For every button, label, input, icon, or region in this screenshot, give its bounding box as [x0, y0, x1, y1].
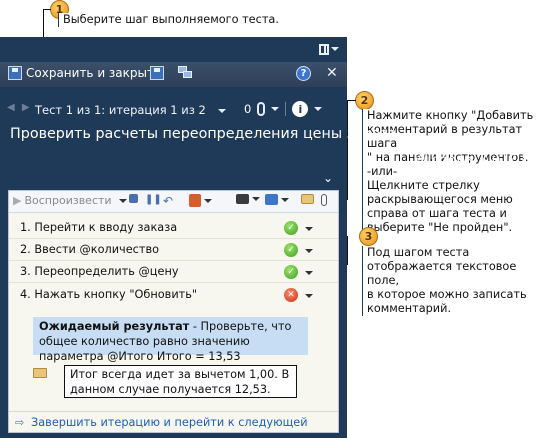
- separator: [285, 102, 287, 116]
- callout-3-line: комментарий.: [367, 302, 452, 315]
- callout-3-line: в которое можно записать: [367, 288, 527, 301]
- callout-3-leader-riser: [347, 236, 348, 265]
- question-icon: ?: [296, 66, 311, 81]
- play-icon: ▶: [13, 194, 22, 207]
- step-label: 4. Нажать кнопку "Обновить": [20, 288, 198, 301]
- system-info-button[interactable]: [265, 194, 289, 205]
- callout-2-line: Щелкните стрелку: [367, 179, 480, 192]
- step-label: 2. Ввести @количество: [20, 243, 160, 256]
- stop-icon: [129, 194, 138, 203]
- close-icon: ✕: [326, 65, 338, 81]
- pause-icon: ❚❚: [145, 194, 162, 205]
- callout-1-leader: [43, 9, 51, 10]
- step-label: 3. Переопределить @цену: [20, 265, 179, 278]
- help-button[interactable]: ?: [296, 66, 311, 81]
- step-row[interactable]: 3. Переопределить @цену ✓: [9, 261, 338, 283]
- callout-3-text: Под шагом теста отображается текстовое п…: [362, 246, 550, 316]
- test-title: Проверить расчеты переопределения цены з…: [10, 126, 397, 142]
- chevron-down-icon[interactable]: [314, 107, 323, 111]
- chevron-down-icon[interactable]: [271, 107, 280, 111]
- chevron-down-icon[interactable]: [305, 294, 313, 298]
- save-and-close-button[interactable]: Сохранить и закрыть: [8, 66, 161, 80]
- expected-result-label: Ожидаемый результат: [39, 320, 190, 333]
- chevron-down-icon: [331, 47, 339, 51]
- callout-1-text: Выберите шаг выполняемого теста.: [58, 13, 279, 27]
- callout-2-leader: [347, 100, 356, 101]
- iteration-nav: ◀ ▶ Тест 1 из 1: итерация 1 из 2 0 i: [0, 99, 347, 121]
- tile-windows-icon: [178, 66, 193, 79]
- pause-button[interactable]: ❚❚: [145, 194, 162, 205]
- chevron-down-icon: [252, 197, 260, 201]
- play-button[interactable]: ▶ Воспроизвести: [13, 194, 127, 207]
- iteration-label: Тест 1 из 1: итерация 1 из 2: [35, 103, 206, 117]
- collapse-button[interactable]: ⌄: [317, 169, 339, 187]
- arrow-right-icon: ⇨: [15, 416, 25, 429]
- screenshot-button[interactable]: [236, 194, 260, 204]
- layout-toggle-button[interactable]: [319, 42, 339, 56]
- window-tile-button[interactable]: [178, 66, 193, 79]
- expected-result-box: Ожидаемый результат - Проверьте, что общ…: [33, 317, 308, 363]
- stop-button[interactable]: [129, 194, 138, 203]
- step-comment-field[interactable]: Итог всегда идет за вычетом 1,00. В данн…: [64, 365, 297, 398]
- chevron-down-icon: [281, 197, 289, 202]
- chevron-down-icon[interactable]: [305, 227, 313, 231]
- callout-3-line: Под шагом теста: [367, 246, 470, 259]
- chevron-down-icon[interactable]: [305, 249, 313, 253]
- prev-next-arrows[interactable]: ◀ ▶: [7, 102, 32, 113]
- camera-icon: [236, 194, 249, 204]
- undo-icon: ↶: [163, 194, 174, 208]
- info-icon[interactable]: i: [292, 101, 309, 117]
- title-bar: [0, 37, 347, 62]
- finish-iteration-label: Завершить итерацию и перейти к следующей: [31, 416, 308, 429]
- attach-file-button[interactable]: [321, 194, 327, 206]
- fail-x-icon[interactable]: ✕: [284, 288, 298, 302]
- comment-note-icon: [33, 368, 47, 378]
- create-bug-button[interactable]: [189, 194, 212, 207]
- callout-badge-3: 3: [359, 227, 378, 246]
- configuration-label: Windows 7 и IE 8: [414, 152, 530, 168]
- step-row[interactable]: 2. Ввести @количество ✓: [9, 239, 338, 261]
- layout-icon: [319, 43, 329, 55]
- save-icon: [8, 66, 22, 80]
- callout-2-line: Нажмите кнопку "Добавить: [367, 109, 534, 122]
- save-icon: [150, 66, 164, 80]
- step-row-selected[interactable]: 4. Нажать кнопку "Обновить" ✕: [9, 284, 338, 306]
- save-and-close-label: Сохранить и закрыть: [26, 66, 162, 80]
- callout-2-line: выберите "Не пройден".: [367, 221, 513, 234]
- step-label: 1. Перейти к вводу заказа: [20, 221, 178, 234]
- close-button[interactable]: ✕: [326, 65, 338, 81]
- step-row[interactable]: 1. Перейти к вводу заказа ✓: [9, 217, 338, 239]
- undo-button[interactable]: ↶: [163, 194, 173, 208]
- play-label: Воспроизвести: [24, 194, 112, 207]
- paperclip-icon: [321, 194, 327, 206]
- pass-check-icon[interactable]: ✓: [284, 221, 298, 235]
- pass-check-icon[interactable]: ✓: [284, 265, 298, 279]
- add-comment-button[interactable]: [301, 194, 314, 204]
- pass-check-icon[interactable]: ✓: [284, 243, 298, 257]
- attachments-count: 0: [244, 102, 252, 116]
- chevron-down-icon: ⌄: [322, 171, 334, 185]
- main-toolbar: Сохранить и закрыть ? ✕: [0, 62, 347, 87]
- monitor-icon: [265, 194, 278, 205]
- paperclip-icon[interactable]: [257, 102, 266, 116]
- bug-icon: [189, 194, 201, 207]
- nav-right-tools: 0 i: [244, 101, 323, 117]
- callout-badge-2: 2: [355, 91, 374, 110]
- chevron-down-icon: [118, 198, 127, 203]
- callout-2-line: раскрывающегося меню: [367, 193, 513, 206]
- steps-panel: ▶ Воспроизвести ❚❚ ↶ 1. Перейти к вводу …: [8, 190, 339, 433]
- callout-3-line: отображается текстовое поле,: [367, 260, 517, 287]
- chevron-down-icon[interactable]: [305, 271, 313, 275]
- chevron-down-icon: [204, 198, 212, 203]
- comment-icon: [301, 194, 314, 204]
- callout-2-leader-vertical: [347, 100, 348, 200]
- chevron-down-icon: [217, 108, 226, 113]
- save-button[interactable]: [150, 66, 168, 80]
- finish-iteration-link[interactable]: ⇨ Завершить итерацию и перейти к следующ…: [9, 411, 338, 433]
- steps-toolbar: ▶ Воспроизвести ❚❚ ↶: [9, 191, 338, 213]
- iteration-title[interactable]: Тест 1 из 1: итерация 1 из 2: [35, 103, 226, 117]
- callout-2-line: справа от шага теста и: [367, 207, 507, 220]
